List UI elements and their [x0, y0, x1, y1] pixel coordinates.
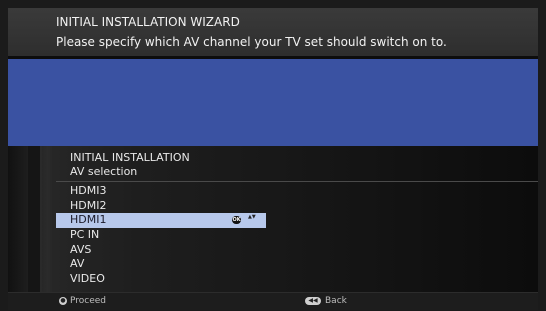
decorative-stripe — [40, 146, 42, 292]
back-button-icon: ◀◀ — [305, 297, 321, 305]
av-option-hdmi1[interactable]: HDMI1 OK ▲▼ — [56, 213, 266, 229]
footer-bar: ● Proceed ◀◀ Back — [8, 292, 538, 310]
menu-subtitle: AV selection — [70, 165, 138, 178]
av-option-hdmi3[interactable]: HDMI3 — [56, 184, 538, 199]
av-option-label: VIDEO — [70, 272, 105, 286]
av-option-video[interactable]: VIDEO — [56, 272, 538, 287]
proceed-label[interactable]: Proceed — [70, 296, 106, 306]
wizard-instruction: Please specify which AV channel your TV … — [56, 35, 447, 49]
tv-screen: INITIAL INSTALLATION WIZARD Please speci… — [8, 8, 538, 310]
av-option-label: HDMI1 — [70, 213, 107, 227]
ok-button-icon: OK — [232, 216, 241, 225]
wizard-title: INITIAL INSTALLATION WIZARD — [56, 15, 240, 29]
av-option-label: HDMI2 — [70, 198, 107, 212]
ok-button-icon: ● — [59, 297, 67, 305]
av-option-label: AVS — [70, 242, 92, 256]
av-option-pc-in[interactable]: PC IN — [56, 228, 538, 243]
decorative-stripe — [28, 146, 40, 292]
av-option-label: PC IN — [70, 228, 100, 242]
av-option-label: HDMI3 — [70, 184, 107, 197]
av-option-avs[interactable]: AVS — [56, 243, 538, 258]
av-option-av[interactable]: AV — [56, 257, 538, 272]
menu-title: INITIAL INSTALLATION — [70, 151, 190, 164]
back-label[interactable]: Back — [325, 296, 347, 306]
av-option-label: AV — [70, 257, 85, 271]
up-down-arrows-icon: ▲▼ — [248, 214, 256, 221]
av-source-list: HDMI3 HDMI2 HDMI1 OK ▲▼ PC IN AVS AV VIDEO — [56, 184, 538, 287]
wizard-banner: INITIAL INSTALLATION WIZARD Please speci… — [8, 8, 538, 56]
menu-divider — [56, 181, 538, 182]
background-band — [8, 59, 538, 146]
av-option-hdmi2[interactable]: HDMI2 — [56, 199, 538, 214]
